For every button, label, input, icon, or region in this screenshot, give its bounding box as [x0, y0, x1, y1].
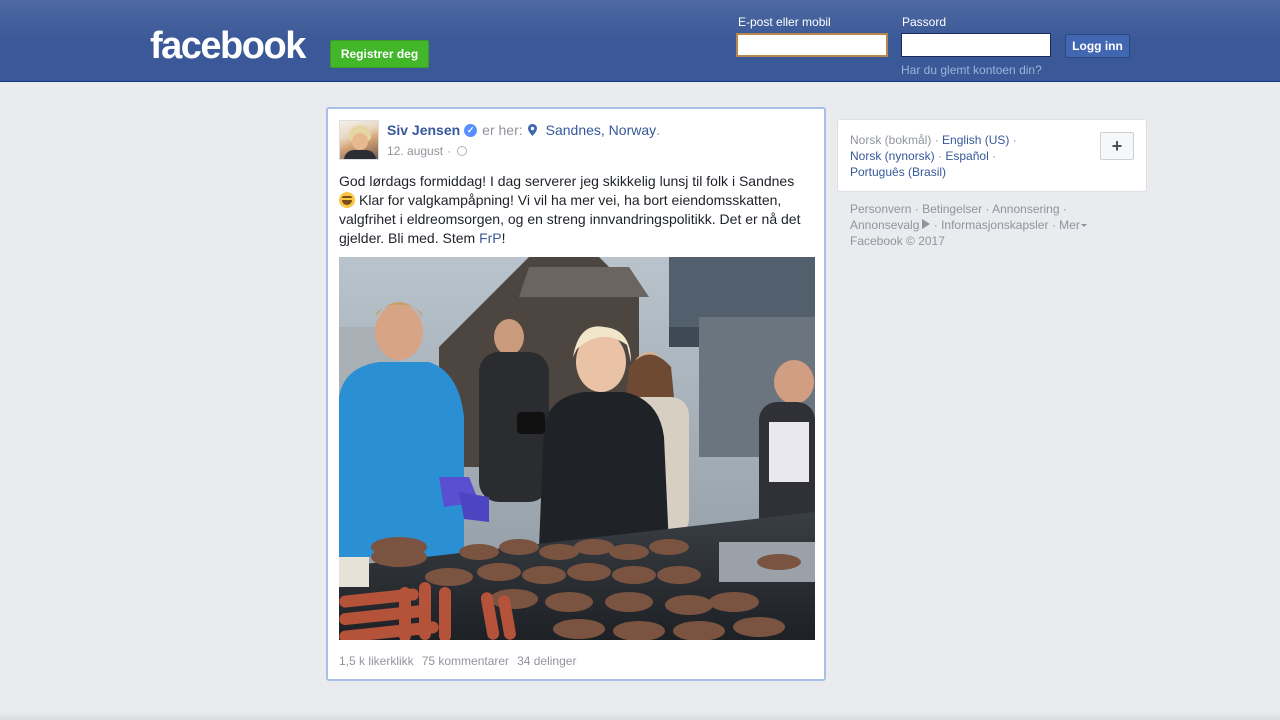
post-stats: 1,5 k likerklikk 75 kommentarer 34 delin…: [339, 654, 576, 668]
place-period: .: [656, 122, 661, 138]
likes-count-link[interactable]: 1,5 k likerklikk: [339, 654, 414, 668]
current-language: Norsk (bokmål): [850, 133, 932, 147]
author-name-link[interactable]: Siv Jensen: [387, 122, 460, 138]
footer-terms-link[interactable]: Betingelser: [922, 202, 982, 216]
copyright-text: Facebook © 2017: [850, 234, 945, 248]
verified-check-icon: ✓: [464, 123, 478, 137]
post-text-line-1: God lørdags formiddag! I dag serverer je…: [339, 173, 795, 189]
lang-sep: ·: [934, 133, 939, 147]
lang-sep: ·: [1012, 133, 1017, 147]
footer-sep: ·: [914, 202, 919, 216]
footer-more-link[interactable]: Mer: [1059, 218, 1080, 232]
footer-sep: ·: [933, 218, 938, 232]
footer-sep: ·: [985, 202, 990, 216]
post-date-link[interactable]: 12. august: [387, 144, 443, 158]
location-prefix: er her:: [482, 122, 523, 138]
footer-sep: ·: [1062, 202, 1067, 216]
footer-adchoices-link[interactable]: Annonsevalg: [850, 218, 919, 232]
facebook-logo[interactable]: facebook: [150, 26, 306, 66]
place-link[interactable]: Sandnes, Norway: [546, 122, 657, 138]
comments-count-link[interactable]: 75 kommentarer: [422, 654, 509, 668]
author-avatar[interactable]: [339, 120, 379, 160]
login-button[interactable]: Logg inn: [1065, 34, 1130, 58]
language-nynorsk[interactable]: Norsk (nynorsk): [850, 149, 935, 163]
post-text-end: !: [501, 230, 506, 246]
frp-link[interactable]: FrP: [479, 230, 502, 246]
language-english[interactable]: English (US): [942, 133, 1009, 147]
laughing-emoji-icon: [339, 192, 355, 208]
top-bar: facebook Registrer deg E-post eller mobi…: [0, 0, 1280, 82]
meta-separator: ·: [447, 144, 452, 158]
lang-sep: ·: [992, 149, 997, 163]
password-field[interactable]: [901, 33, 1051, 57]
post-photo[interactable]: [339, 257, 815, 640]
footer-cookies-link[interactable]: Informasjonskapsler: [941, 218, 1048, 232]
post-meta: 12. august ·: [387, 144, 468, 158]
password-label: Passord: [902, 15, 947, 29]
email-label: E-post eller mobil: [738, 15, 831, 29]
globe-icon[interactable]: [457, 146, 468, 156]
language-list: Norsk (bokmål) · English (US) · Norsk (n…: [850, 132, 1090, 180]
forgot-account-link[interactable]: Har du glemt kontoen din?: [901, 63, 1042, 77]
signup-button[interactable]: Registrer deg: [330, 40, 429, 68]
shares-count-link[interactable]: 34 delinger: [517, 654, 576, 668]
location-pin-icon: [527, 124, 537, 136]
footer-sep: ·: [1051, 218, 1056, 232]
email-field[interactable]: [736, 33, 888, 57]
post-card: Siv Jensen ✓ er her: Sandnes, Norway . 1…: [326, 107, 826, 681]
footer-privacy-link[interactable]: Personvern: [850, 202, 911, 216]
more-languages-button[interactable]: +: [1100, 132, 1134, 160]
bottom-banner-edge: [0, 712, 1280, 720]
language-spanish[interactable]: Español: [945, 149, 988, 163]
post-text: God lørdags formiddag! I dag serverer je…: [339, 172, 815, 248]
footer-links: Personvern · Betingelser · Annonsering ·…: [850, 201, 1130, 249]
footer-advertising-link[interactable]: Annonsering: [992, 202, 1059, 216]
language-portuguese[interactable]: Português (Brasil): [850, 165, 946, 179]
post-header: Siv Jensen ✓ er her: Sandnes, Norway .: [387, 122, 660, 138]
chevron-down-icon: [1080, 224, 1087, 227]
language-selector: Norsk (bokmål) · English (US) · Norsk (n…: [837, 119, 1147, 192]
post-text-line-2: Klar for valgkampåpning! Vi vil ha mer v…: [339, 192, 801, 246]
adchoices-icon: [922, 219, 931, 229]
lang-sep: ·: [938, 149, 943, 163]
